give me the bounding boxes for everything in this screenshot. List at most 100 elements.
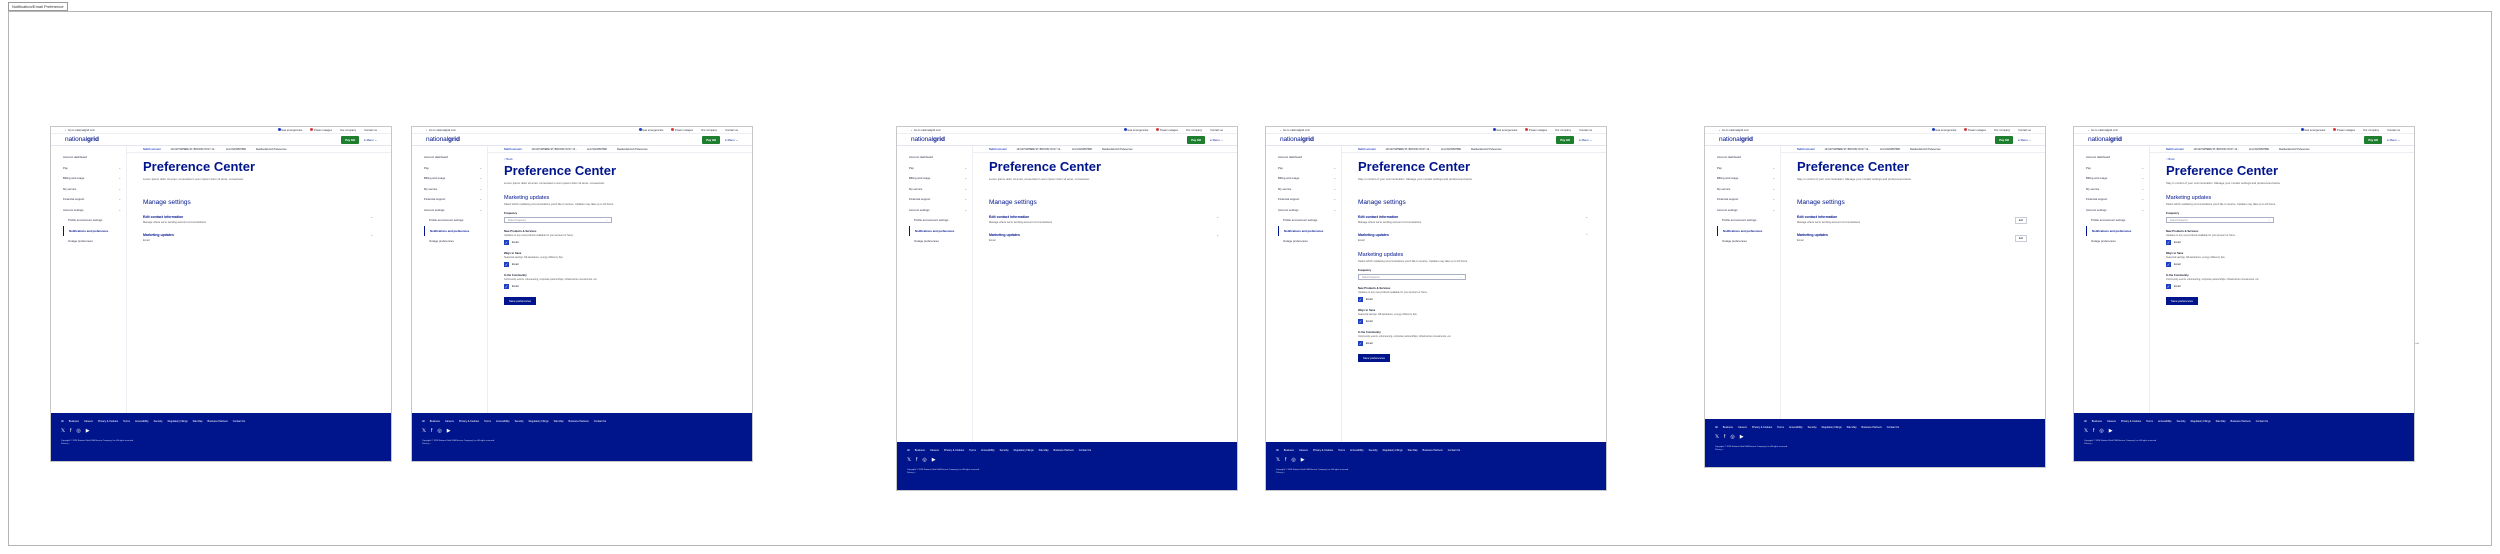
account-bar-item[interactable]: 123 ANYWHERE ST, BROOKLYN NY 12... bbox=[532, 148, 577, 151]
util-link[interactable]: Contact us bbox=[1579, 129, 1592, 132]
footer-link[interactable]: Accessibility bbox=[1350, 449, 1364, 452]
account-bar-item[interactable]: Switch account bbox=[2166, 148, 2184, 151]
chevron-down-icon[interactable]: ⌄ bbox=[370, 215, 373, 219]
sidebar-item[interactable]: Billing and usage ⌄ bbox=[909, 173, 967, 184]
account-bar-item[interactable]: Residential Acct Preferences bbox=[1471, 148, 1502, 151]
sidebar-item[interactable]: Financial support ⌄ bbox=[1278, 194, 1336, 205]
sidebar-item[interactable]: Billing and usage ⌄ bbox=[1717, 173, 1775, 184]
marketing-card[interactable]: Marketing updates Email Edit bbox=[1797, 233, 2027, 242]
sidebar-item[interactable]: Account dashboard bbox=[424, 152, 482, 163]
footer-link[interactable]: Regulatory Filings bbox=[1014, 449, 1034, 452]
util-link[interactable]: Go to nationalgrid.com bbox=[914, 129, 941, 132]
sidebar-item[interactable]: Pay ⌄ bbox=[909, 163, 967, 174]
contact-card[interactable]: Edit contact information Manage where we… bbox=[143, 215, 373, 224]
footer-link[interactable]: Business Partners bbox=[1862, 426, 1882, 429]
x-icon[interactable]: 𝕏 bbox=[1715, 435, 1719, 440]
facebook-icon[interactable]: f bbox=[2093, 429, 2094, 434]
account-bar-item[interactable]: Acct #1234567890 bbox=[1880, 148, 1900, 151]
checkbox[interactable]: ✓ bbox=[2166, 262, 2171, 267]
sidebar-item[interactable]: Account settings ⌄ bbox=[909, 205, 967, 216]
sidebar-item[interactable]: My service ⌄ bbox=[63, 184, 121, 195]
pay-bill-button[interactable]: Pay bill bbox=[702, 135, 721, 144]
footer-link[interactable]: Terms bbox=[969, 449, 976, 452]
contact-card[interactable]: Edit contact information Manage where we… bbox=[1797, 215, 2027, 224]
footer-link[interactable]: Security bbox=[1000, 449, 1009, 452]
contact-card[interactable]: Edit contact information Manage where we… bbox=[1358, 215, 1588, 224]
footer-link[interactable]: Privacy & Cookies bbox=[1752, 426, 1772, 429]
footer-link[interactable]: Careers bbox=[930, 449, 939, 452]
account-bar-item[interactable]: Acct #1234567890 bbox=[1072, 148, 1092, 151]
logo[interactable]: nationalgrid bbox=[426, 136, 460, 143]
sidebar-item[interactable]: Account settings ⌄ bbox=[2086, 205, 2144, 216]
save-button[interactable]: Save preferences bbox=[1358, 354, 1390, 362]
contact-card[interactable]: Edit contact information Manage where we… bbox=[989, 215, 1219, 224]
instagram-icon[interactable]: ◎ bbox=[1291, 458, 1295, 463]
sidebar-subitem[interactable]: Profile and account settings bbox=[63, 215, 121, 226]
sidebar-item[interactable]: Pay ⌄ bbox=[424, 163, 482, 174]
account-bar-item[interactable]: Switch account bbox=[504, 148, 522, 151]
footer-link[interactable]: Privacy & Cookies bbox=[98, 420, 118, 423]
account-bar-item[interactable]: Acct #1234567890 bbox=[2249, 148, 2269, 151]
util-link[interactable]: Our company bbox=[2363, 129, 2379, 132]
sidebar-item[interactable]: Billing and usage ⌄ bbox=[1278, 173, 1336, 184]
footer-link[interactable]: Site Map bbox=[1039, 449, 1049, 452]
util-link[interactable]: Gas emergencies bbox=[277, 128, 302, 132]
x-icon[interactable]: 𝕏 bbox=[907, 458, 911, 463]
sidebar-subitem[interactable]: Notifications and preferences bbox=[1717, 225, 1775, 236]
sidebar-item[interactable]: Billing and usage ⌄ bbox=[424, 173, 482, 184]
account-bar-item[interactable]: Residential Acct Preferences bbox=[2279, 148, 2310, 151]
pay-bill-button[interactable]: Pay bill bbox=[2364, 135, 2383, 144]
sidebar-subitem[interactable]: Notifications and preferences bbox=[63, 225, 121, 236]
sidebar-item[interactable]: Pay ⌄ bbox=[1278, 163, 1336, 174]
menu-button[interactable]: ≡ Menu ⌄ bbox=[364, 138, 377, 142]
youtube-icon[interactable]: ▶ bbox=[1740, 435, 1744, 440]
checkbox[interactable]: ✓ bbox=[504, 262, 509, 267]
footer-link[interactable]: Accessibility bbox=[135, 420, 149, 423]
account-bar-item[interactable]: 123 ANYWHERE ST, BROOKLYN NY 12... bbox=[171, 148, 216, 151]
sidebar-subitem[interactable]: Profile and account settings bbox=[1717, 215, 1775, 226]
instagram-icon[interactable]: ◎ bbox=[2099, 429, 2103, 434]
util-link[interactable]: Power outages bbox=[671, 128, 693, 132]
util-link[interactable]: Contact us bbox=[1210, 129, 1223, 132]
footer-link[interactable]: All bbox=[1276, 449, 1279, 452]
footer-link[interactable]: Privacy & Cookies bbox=[944, 449, 964, 452]
footer-link[interactable]: Site Map bbox=[1847, 426, 1857, 429]
util-link[interactable]: Gas emergencies bbox=[1123, 128, 1148, 132]
footer-link[interactable]: Careers bbox=[84, 420, 93, 423]
facebook-icon[interactable]: f bbox=[916, 458, 917, 463]
sidebar-subitem[interactable]: Outage preferences bbox=[2086, 236, 2144, 247]
facebook-icon[interactable]: f bbox=[70, 429, 71, 434]
account-bar-item[interactable]: Residential Acct Preferences bbox=[617, 148, 648, 151]
sidebar-subitem[interactable]: Profile and account settings bbox=[1278, 215, 1336, 226]
account-bar-item[interactable]: Residential Acct Preferences bbox=[1910, 148, 1941, 151]
util-link[interactable]: Contact us bbox=[2387, 129, 2400, 132]
footer-link[interactable]: Business bbox=[915, 449, 925, 452]
footer-link[interactable]: Business Partners bbox=[1423, 449, 1443, 452]
footer-link[interactable]: Contact Us bbox=[2256, 420, 2268, 423]
footer-link[interactable]: Privacy & Cookies bbox=[1313, 449, 1333, 452]
save-button[interactable]: Save preferences bbox=[504, 297, 536, 305]
sidebar-item[interactable]: Account settings ⌄ bbox=[1717, 205, 1775, 216]
checkbox[interactable]: ✓ bbox=[1358, 297, 1363, 302]
sidebar-item[interactable]: Pay ⌄ bbox=[63, 163, 121, 174]
sidebar-subitem[interactable]: Outage preferences bbox=[1278, 236, 1336, 247]
account-bar-item[interactable]: Acct #1234567890 bbox=[1441, 148, 1461, 151]
account-bar-item[interactable]: 123 ANYWHERE ST, BROOKLYN NY 12... bbox=[1017, 148, 1062, 151]
footer-link[interactable]: Business Partners bbox=[1054, 449, 1074, 452]
sidebar-item[interactable]: Account dashboard bbox=[909, 152, 967, 163]
marketing-card[interactable]: Marketing updates Email ⌄ bbox=[989, 233, 1219, 242]
footer-link[interactable]: Regulatory Filings bbox=[529, 420, 549, 423]
footer-link[interactable]: Security bbox=[154, 420, 163, 423]
footer-link[interactable]: Careers bbox=[1299, 449, 1308, 452]
sidebar-item[interactable]: Account settings ⌄ bbox=[424, 205, 482, 216]
frequency-select[interactable]: Select frequency ⌄ bbox=[1358, 274, 1466, 280]
x-icon[interactable]: 𝕏 bbox=[422, 429, 426, 434]
sidebar-item[interactable]: Account settings ⌄ bbox=[63, 205, 121, 216]
account-bar-item[interactable]: Acct #1234567890 bbox=[226, 148, 246, 151]
instagram-icon[interactable]: ◎ bbox=[922, 458, 926, 463]
footer-link[interactable]: Terms bbox=[123, 420, 130, 423]
footer-link[interactable]: Regulatory Filings bbox=[168, 420, 188, 423]
checkbox[interactable]: ✓ bbox=[2166, 284, 2171, 289]
footer-link[interactable]: Contact Us bbox=[1448, 449, 1460, 452]
footer-link[interactable]: Site Map bbox=[1408, 449, 1418, 452]
